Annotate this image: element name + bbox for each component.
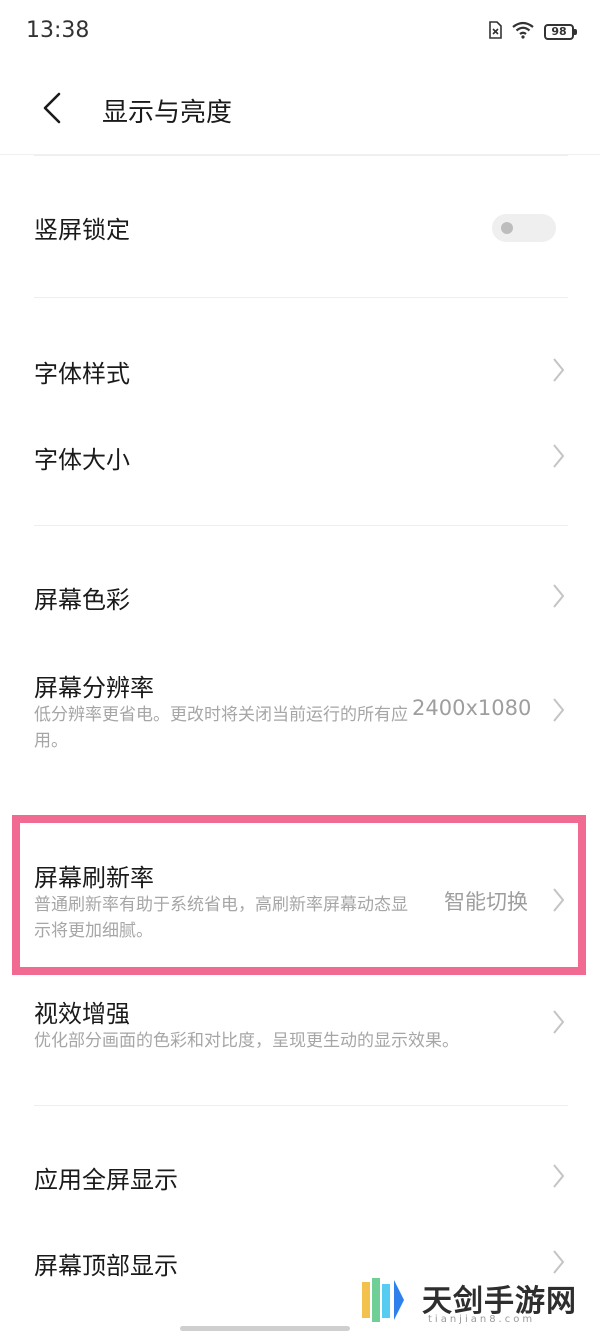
setting-title: 应用全屏显示 (34, 1166, 178, 1194)
setting-title: 屏幕分辨率 (34, 674, 154, 702)
battery-icon: 98 (544, 24, 577, 40)
setting-refresh-rate[interactable]: 屏幕刷新率 普通刷新率有助于系统省电，高刷新率屏幕动态显示将更加细腻。 智能切换 (0, 852, 600, 952)
setting-title: 字体样式 (34, 360, 130, 388)
chevron-right-icon (553, 584, 565, 608)
setting-resolution[interactable]: 屏幕分辨率 低分辨率更省电。更改时将关闭当前运行的所有应用。 2400x1080 (0, 660, 600, 770)
refresh-rate-value: 智能切换 (444, 890, 528, 914)
setting-description: 普通刷新率有助于系统省电，高刷新率屏幕动态显示将更加细腻。 (34, 895, 408, 941)
chevron-right-icon (553, 1010, 565, 1034)
setting-title: 屏幕顶部显示 (34, 1252, 178, 1280)
divider (34, 1105, 568, 1106)
divider (34, 155, 568, 156)
watermark-logo-icon (362, 1278, 404, 1322)
watermark-subtext: tianjian8.com (428, 1314, 536, 1325)
page-title: 显示与亮度 (102, 98, 233, 128)
chevron-right-icon (553, 358, 565, 382)
chevron-right-icon (553, 888, 565, 912)
status-icons: 98 (488, 20, 577, 44)
toggle-knob (501, 222, 513, 234)
setting-screen-color[interactable]: 屏幕色彩 (0, 558, 600, 638)
setting-font-size[interactable]: 字体大小 (0, 416, 600, 496)
status-bar: 13:38 98 (0, 0, 600, 64)
resolution-value: 2400x1080 (412, 696, 532, 720)
chevron-right-icon (553, 444, 565, 468)
setting-app-fullscreen[interactable]: 应用全屏显示 (0, 1138, 600, 1218)
setting-title: 屏幕刷新率 (34, 864, 154, 892)
setting-visual-enhance[interactable]: 视效增强 优化部分画面的色彩和对比度，呈现更生动的显示效果。 (0, 990, 600, 1070)
no-sim-icon (488, 21, 502, 43)
watermark: 天剑手游网 tianjian8.com (356, 1272, 596, 1330)
home-indicator[interactable] (180, 1326, 350, 1331)
rotation-lock-toggle[interactable] (492, 214, 556, 242)
setting-title: 视效增强 (34, 1000, 130, 1028)
setting-description: 优化部分画面的色彩和对比度，呈现更生动的显示效果。 (34, 1031, 459, 1051)
setting-font-style[interactable]: 字体样式 (0, 330, 600, 410)
back-arrow-icon (43, 92, 61, 124)
setting-title: 字体大小 (34, 446, 130, 474)
divider (34, 525, 568, 526)
setting-title: 竖屏锁定 (34, 216, 130, 244)
setting-description: 低分辨率更省电。更改时将关闭当前运行的所有应用。 (34, 705, 408, 751)
header: 显示与亮度 (0, 64, 600, 155)
setting-rotation-lock[interactable]: 竖屏锁定 (0, 190, 600, 270)
chevron-right-icon (553, 698, 565, 722)
status-time: 13:38 (26, 18, 90, 43)
divider (34, 297, 568, 298)
chevron-right-icon (553, 1164, 565, 1188)
setting-title: 屏幕色彩 (34, 586, 130, 614)
wifi-icon (512, 21, 534, 43)
back-button[interactable] (32, 86, 76, 130)
